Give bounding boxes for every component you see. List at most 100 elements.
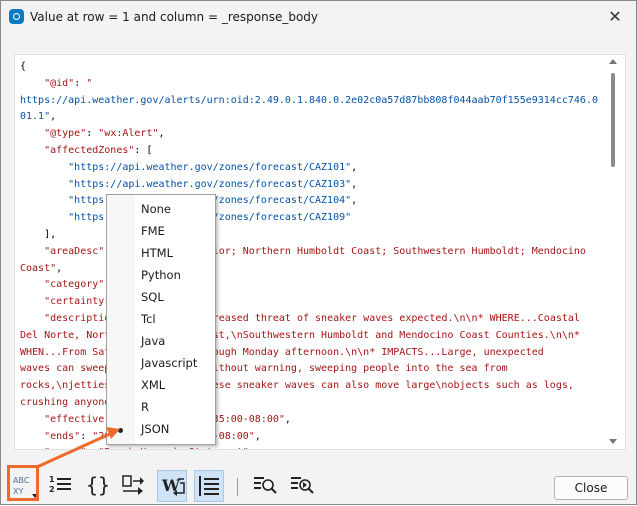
word-wrap-button[interactable]: W [157,470,187,502]
code-token: , [56,262,63,274]
code-token: "certainty" [20,296,111,308]
menu-item-sql[interactable]: SQL [107,287,215,309]
menu-item-none[interactable]: None [107,199,215,221]
code-token: : [80,430,93,442]
bottom-toolbar: ABC XY 1 2 {} W Close [0,466,635,506]
window-title: Value at row = 1 and column = _response_… [30,10,319,24]
code-token: , [249,447,255,449]
code-token: "Beach Hazards Statement" [98,447,249,449]
menu-item-label: HTML [141,246,174,260]
menu-item-javascript[interactable]: Javascript [107,353,215,375]
code-token: "https://api.weather.gov/zones/forecast/… [20,161,352,173]
code-token: : [86,447,98,449]
code-line: 01.1", [20,109,598,126]
code-token: WHEN...From Saturday morning through Mon… [20,346,544,358]
indent-guides-icon [199,476,219,496]
menu-item-fme[interactable]: FME [107,221,215,243]
code-token: "@id" [20,77,75,89]
scrollbar-thumb[interactable] [611,73,615,167]
title-bar: Value at row = 1 and column = _response_… [1,1,636,33]
menu-item-html[interactable]: HTML [107,243,215,265]
code-token: "effective" [20,413,111,425]
selected-bullet-icon [118,428,123,433]
line-numbers-button[interactable]: 1 2 [46,470,74,500]
menu-item-xml[interactable]: XML [107,375,215,397]
find-replace-icon [291,477,314,494]
code-token: https://api.weather.gov/alerts/urn:oid:2… [20,94,598,106]
code-line: https://api.weather.gov/alerts/urn:oid:2… [20,93,598,110]
menu-item-python[interactable]: Python [107,265,215,287]
menu-item-tcl[interactable]: Tcl [107,309,215,331]
menu-item-label: SQL [141,290,164,304]
code-token: "areaDesc" [20,245,105,257]
code-token: "wx:Alert" [98,128,159,140]
code-token: , [158,128,165,140]
code-token: "ends" [20,430,81,442]
menu-item-r[interactable]: R [107,397,215,419]
scroll-up-arrow[interactable] [609,59,617,64]
code-token: , [50,111,57,123]
menu-item-label: Javascript [141,356,198,370]
dialog-window: Value at row = 1 and column = _response_… [0,0,637,505]
code-token: Coast" [20,262,57,274]
code-line: "@type": "wx:Alert", [20,126,598,143]
code-line: { [20,59,598,76]
code-line: "https://api.weather.gov/zones/forecast/… [20,177,598,194]
goto-button[interactable] [120,470,148,500]
highlight-annotation-box [7,465,39,501]
close-button[interactable]: Close [554,476,628,500]
line-numbers-icon: 1 2 [49,475,71,494]
menu-item-label: R [141,400,149,414]
menu-item-label: Tcl [141,312,156,326]
code-token: "https://api.weather.gov/zones/forecast/… [20,178,352,190]
menu-item-label: Java [141,334,166,348]
code-token: : [86,128,99,140]
syntax-highlight-menu: None FME HTML Python SQL Tcl Java Javascript XML… [106,194,216,445]
vertical-scrollbar[interactable] [605,55,623,449]
code-token: : [74,77,87,89]
find-button[interactable] [251,470,279,500]
menu-item-label: None [141,202,172,216]
svg-text:2: 2 [49,485,55,494]
code-token: { [20,61,27,72]
braces-icon: {} [86,473,110,497]
code-token: waves can sweep across beaches without w… [20,363,508,375]
code-token: , [351,195,358,207]
svg-text:{}: {} [86,473,110,497]
code-line: "affectedZones": [ [20,143,598,160]
find-icon [254,477,277,494]
code-token: Del Norte, Northern Humboldt Coast,\nSou… [20,329,580,341]
word-wrap-icon: W [161,476,185,496]
code-line: "event": "Beach Hazards Statement", [20,445,598,449]
close-window-button[interactable]: ✕ [598,3,632,31]
code-line: "@id": " [20,76,598,93]
svg-text:1: 1 [49,475,55,484]
code-token: , [254,430,261,442]
code-token: rocks,\njetties, and beaches. These snea… [20,380,574,392]
code-token: , [351,178,358,190]
code-token: " [86,77,93,89]
menu-item-label: FME [141,224,165,238]
menu-item-label: XML [141,378,166,392]
code-token: "event" [20,447,86,449]
toolbar-separator [237,478,238,496]
goto-icon [122,475,144,495]
menu-item-label: Python [141,268,181,282]
code-token: , [351,161,358,173]
app-icon [9,9,24,24]
code-token: "@type" [20,128,87,140]
code-token: ], [20,228,57,240]
code-token: : [ [134,144,153,156]
menu-item-java[interactable]: Java [107,331,215,353]
scroll-down-arrow[interactable] [609,439,617,444]
code-token: "category" [20,279,105,291]
code-token: "affectedZones" [20,144,135,156]
code-token: , [284,413,291,425]
menu-item-label: JSON [141,422,170,436]
indent-guides-button[interactable] [194,470,224,502]
format-json-button[interactable]: {} [84,470,112,500]
menu-item-json[interactable]: JSON [107,419,215,441]
code-token: 01.1" [20,111,51,123]
find-replace-button[interactable] [288,470,316,500]
code-line: "https://api.weather.gov/zones/forecast/… [20,160,598,177]
